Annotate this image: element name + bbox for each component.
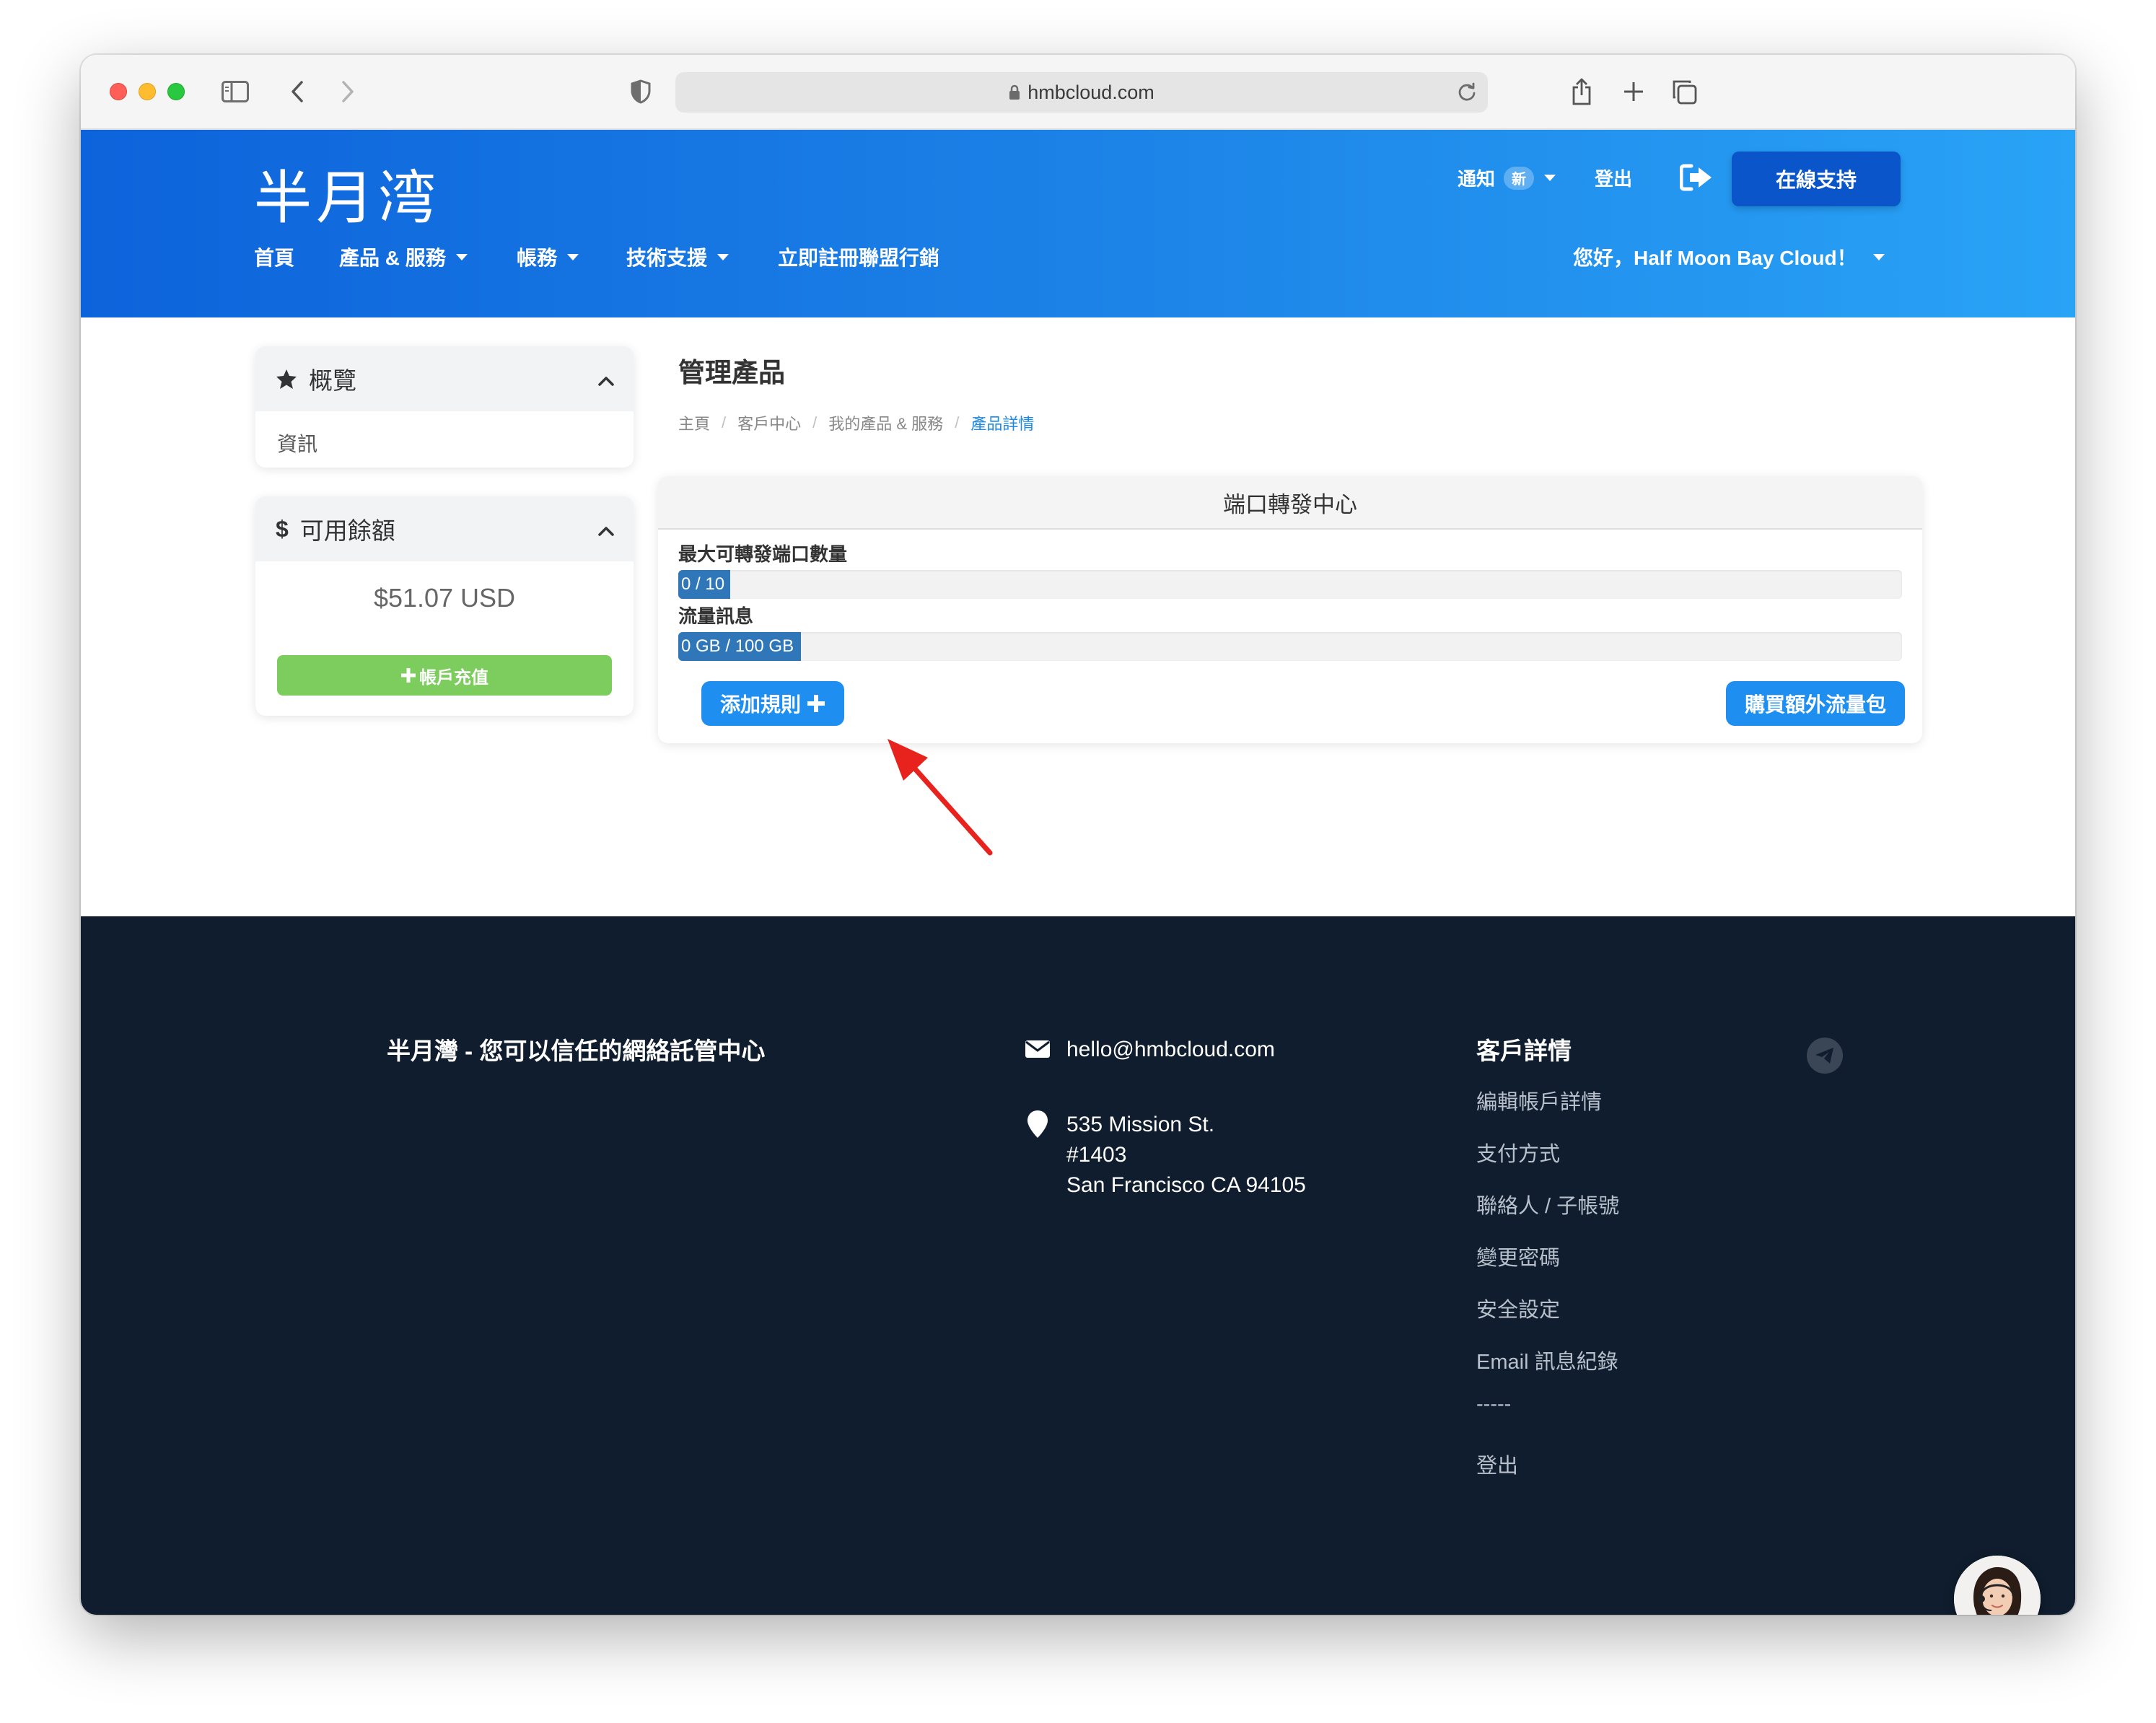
traffic-progress-fill: 0 GB / 100 GB — [678, 632, 801, 661]
back-icon[interactable] — [283, 76, 312, 107]
buy-traffic-button[interactable]: 購買額外流量包 — [1726, 681, 1905, 726]
minimize-window-button[interactable] — [139, 83, 156, 100]
chevron-down-icon — [455, 253, 468, 260]
sidebar-toggle-icon[interactable] — [219, 76, 251, 107]
chevron-down-icon — [717, 253, 729, 260]
footer-email-row: hello@hmbcloud.com — [1023, 1035, 1275, 1065]
port-forwarding-panel: 端口轉發中心 最大可轉發端口數量 0 / 10 流量訊息 0 GB / 100 … — [658, 476, 1922, 743]
zoom-window-button[interactable] — [167, 83, 185, 100]
top-up-label: 帳戶充值 — [419, 667, 488, 688]
chevron-up-icon[interactable] — [597, 365, 615, 393]
notifications-menu[interactable]: 通知 新 — [1458, 165, 1556, 191]
chevron-up-icon[interactable] — [597, 515, 615, 543]
notifications-label: 通知 — [1458, 168, 1496, 190]
logout-link[interactable]: 登出 — [1595, 165, 1632, 191]
nav-products[interactable]: 產品 & 服務 — [339, 242, 468, 271]
nav-products-label: 產品 & 服務 — [339, 247, 446, 269]
address-bar[interactable]: hmbcloud.com — [675, 72, 1488, 113]
nav-support-label: 技術支援 — [626, 247, 708, 269]
footer-address: 535 Mission St. #1403 San Francisco CA 9… — [1066, 1110, 1306, 1201]
footer-link-change-password[interactable]: 變更密碼 — [1476, 1241, 1560, 1271]
footer-address-row: 535 Mission St. #1403 San Francisco CA 9… — [1023, 1110, 1306, 1201]
map-pin-icon — [1023, 1110, 1052, 1139]
footer-link-logout[interactable]: 登出 — [1476, 1449, 1518, 1479]
max-ports-label: 最大可轉發端口數量 — [678, 543, 848, 565]
new-tab-icon[interactable] — [1619, 76, 1648, 107]
share-icon[interactable] — [1567, 76, 1596, 107]
nav-billing[interactable]: 帳務 — [517, 242, 579, 271]
chevron-down-icon — [1544, 175, 1556, 181]
logout-icon[interactable] — [1680, 163, 1713, 192]
plus-icon — [807, 695, 825, 712]
telegram-icon[interactable] — [1807, 1038, 1843, 1074]
breadcrumb-my-services[interactable]: 我的產品 & 服務 — [828, 411, 943, 434]
browser-toolbar: hmbcloud.com — [81, 55, 2075, 130]
footer-link-payment-methods[interactable]: 支付方式 — [1476, 1137, 1560, 1167]
chevron-down-icon — [567, 253, 579, 260]
ports-progress-fill: 0 / 10 — [678, 570, 730, 599]
nav-billing-label: 帳務 — [517, 247, 558, 269]
breadcrumb-home[interactable]: 主頁 — [678, 411, 710, 434]
balance-panel: $ 可用餘額 $51.07 USD 帳戶充值 — [255, 496, 634, 716]
address-line-3: San Francisco CA 94105 — [1066, 1173, 1306, 1197]
footer-email[interactable]: hello@hmbcloud.com — [1066, 1035, 1275, 1065]
nav-support[interactable]: 技術支援 — [626, 242, 729, 271]
close-window-button[interactable] — [110, 83, 127, 100]
breadcrumb-current: 產品詳情 — [970, 415, 1035, 433]
tab-overview-icon[interactable] — [1668, 76, 1700, 107]
breadcrumb-client-area[interactable]: 客戶中心 — [737, 411, 801, 434]
chevron-down-icon — [1872, 253, 1885, 260]
plus-icon — [401, 668, 416, 683]
address-line-2: #1403 — [1066, 1143, 1127, 1167]
overview-title: 概覽 — [309, 367, 356, 394]
site-logo[interactable]: 半月湾 — [254, 152, 440, 235]
dollar-icon: $ — [276, 515, 289, 542]
overview-info-link[interactable]: 資訊 — [255, 411, 634, 468]
reload-icon[interactable] — [1456, 81, 1478, 108]
footer-link-edit-account[interactable]: 編輯帳戶詳情 — [1476, 1085, 1602, 1115]
site-header: 半月湾 通知 新 登出 在線支持 首頁 產品 & 服務 帳務 技術支援 立即註冊… — [81, 130, 2075, 317]
annotation-arrow-icon — [888, 739, 993, 856]
address-line-1: 535 Mission St. — [1066, 1113, 1215, 1136]
top-up-button[interactable]: 帳戶充值 — [277, 655, 612, 696]
lock-icon — [1009, 84, 1020, 100]
nav-affiliate[interactable]: 立即註冊聯盟行銷 — [778, 242, 939, 271]
add-rule-button[interactable]: 添加規則 — [701, 681, 844, 726]
footer-link-security[interactable]: 安全設定 — [1476, 1293, 1560, 1323]
footer-divider: ----- — [1476, 1393, 1512, 1416]
footer-link-contacts[interactable]: 聯絡人 / 子帳號 — [1476, 1189, 1619, 1219]
breadcrumb: 主頁 / 客戶中心 / 我的產品 & 服務 / 產品詳情 — [678, 411, 1034, 434]
footer-link-email-history[interactable]: Email 訊息紀錄 — [1476, 1345, 1618, 1375]
balance-title: 可用餘額 — [299, 517, 395, 544]
account-menu[interactable]: 您好，Half Moon Bay Cloud！ — [1573, 242, 1885, 271]
traffic-label: 流量訊息 — [678, 605, 754, 627]
site-footer: 半月灣 - 您可以信任的網絡託管中心 hello@hmbcloud.com 53… — [81, 916, 2075, 1615]
traffic-progress-bar: 0 GB / 100 GB — [678, 632, 1902, 661]
overview-panel: 概覽 資訊 — [255, 346, 634, 468]
ports-progress-bar: 0 / 10 — [678, 570, 1902, 599]
nav-home[interactable]: 首頁 — [254, 242, 294, 271]
port-forwarding-title: 端口轉發中心 — [658, 476, 1922, 530]
page-title: 管理產品 — [678, 358, 785, 387]
balance-amount: $51.07 USD — [373, 583, 516, 613]
star-icon — [276, 368, 297, 390]
url-text: hmbcloud.com — [1027, 81, 1154, 103]
privacy-shield-icon[interactable] — [626, 76, 655, 107]
forward-icon[interactable] — [333, 76, 362, 107]
balance-panel-header[interactable]: $ 可用餘額 — [255, 496, 634, 561]
new-badge: 新 — [1504, 166, 1535, 190]
live-support-button[interactable]: 在線支持 — [1732, 152, 1901, 206]
footer-client-heading: 客戶詳情 — [1476, 1038, 1572, 1064]
footer-tagline: 半月灣 - 您可以信任的網絡託管中心 — [387, 1038, 766, 1064]
greeting-label: 您好，Half Moon Bay Cloud！ — [1573, 247, 1857, 269]
envelope-icon — [1023, 1035, 1052, 1059]
overview-panel-header[interactable]: 概覽 — [255, 346, 634, 411]
add-rule-label: 添加規則 — [719, 693, 801, 716]
browser-window: hmbcloud.com 半月湾 通知 新 登出 在線支持 首頁 產品 & 服務… — [81, 55, 2075, 1615]
